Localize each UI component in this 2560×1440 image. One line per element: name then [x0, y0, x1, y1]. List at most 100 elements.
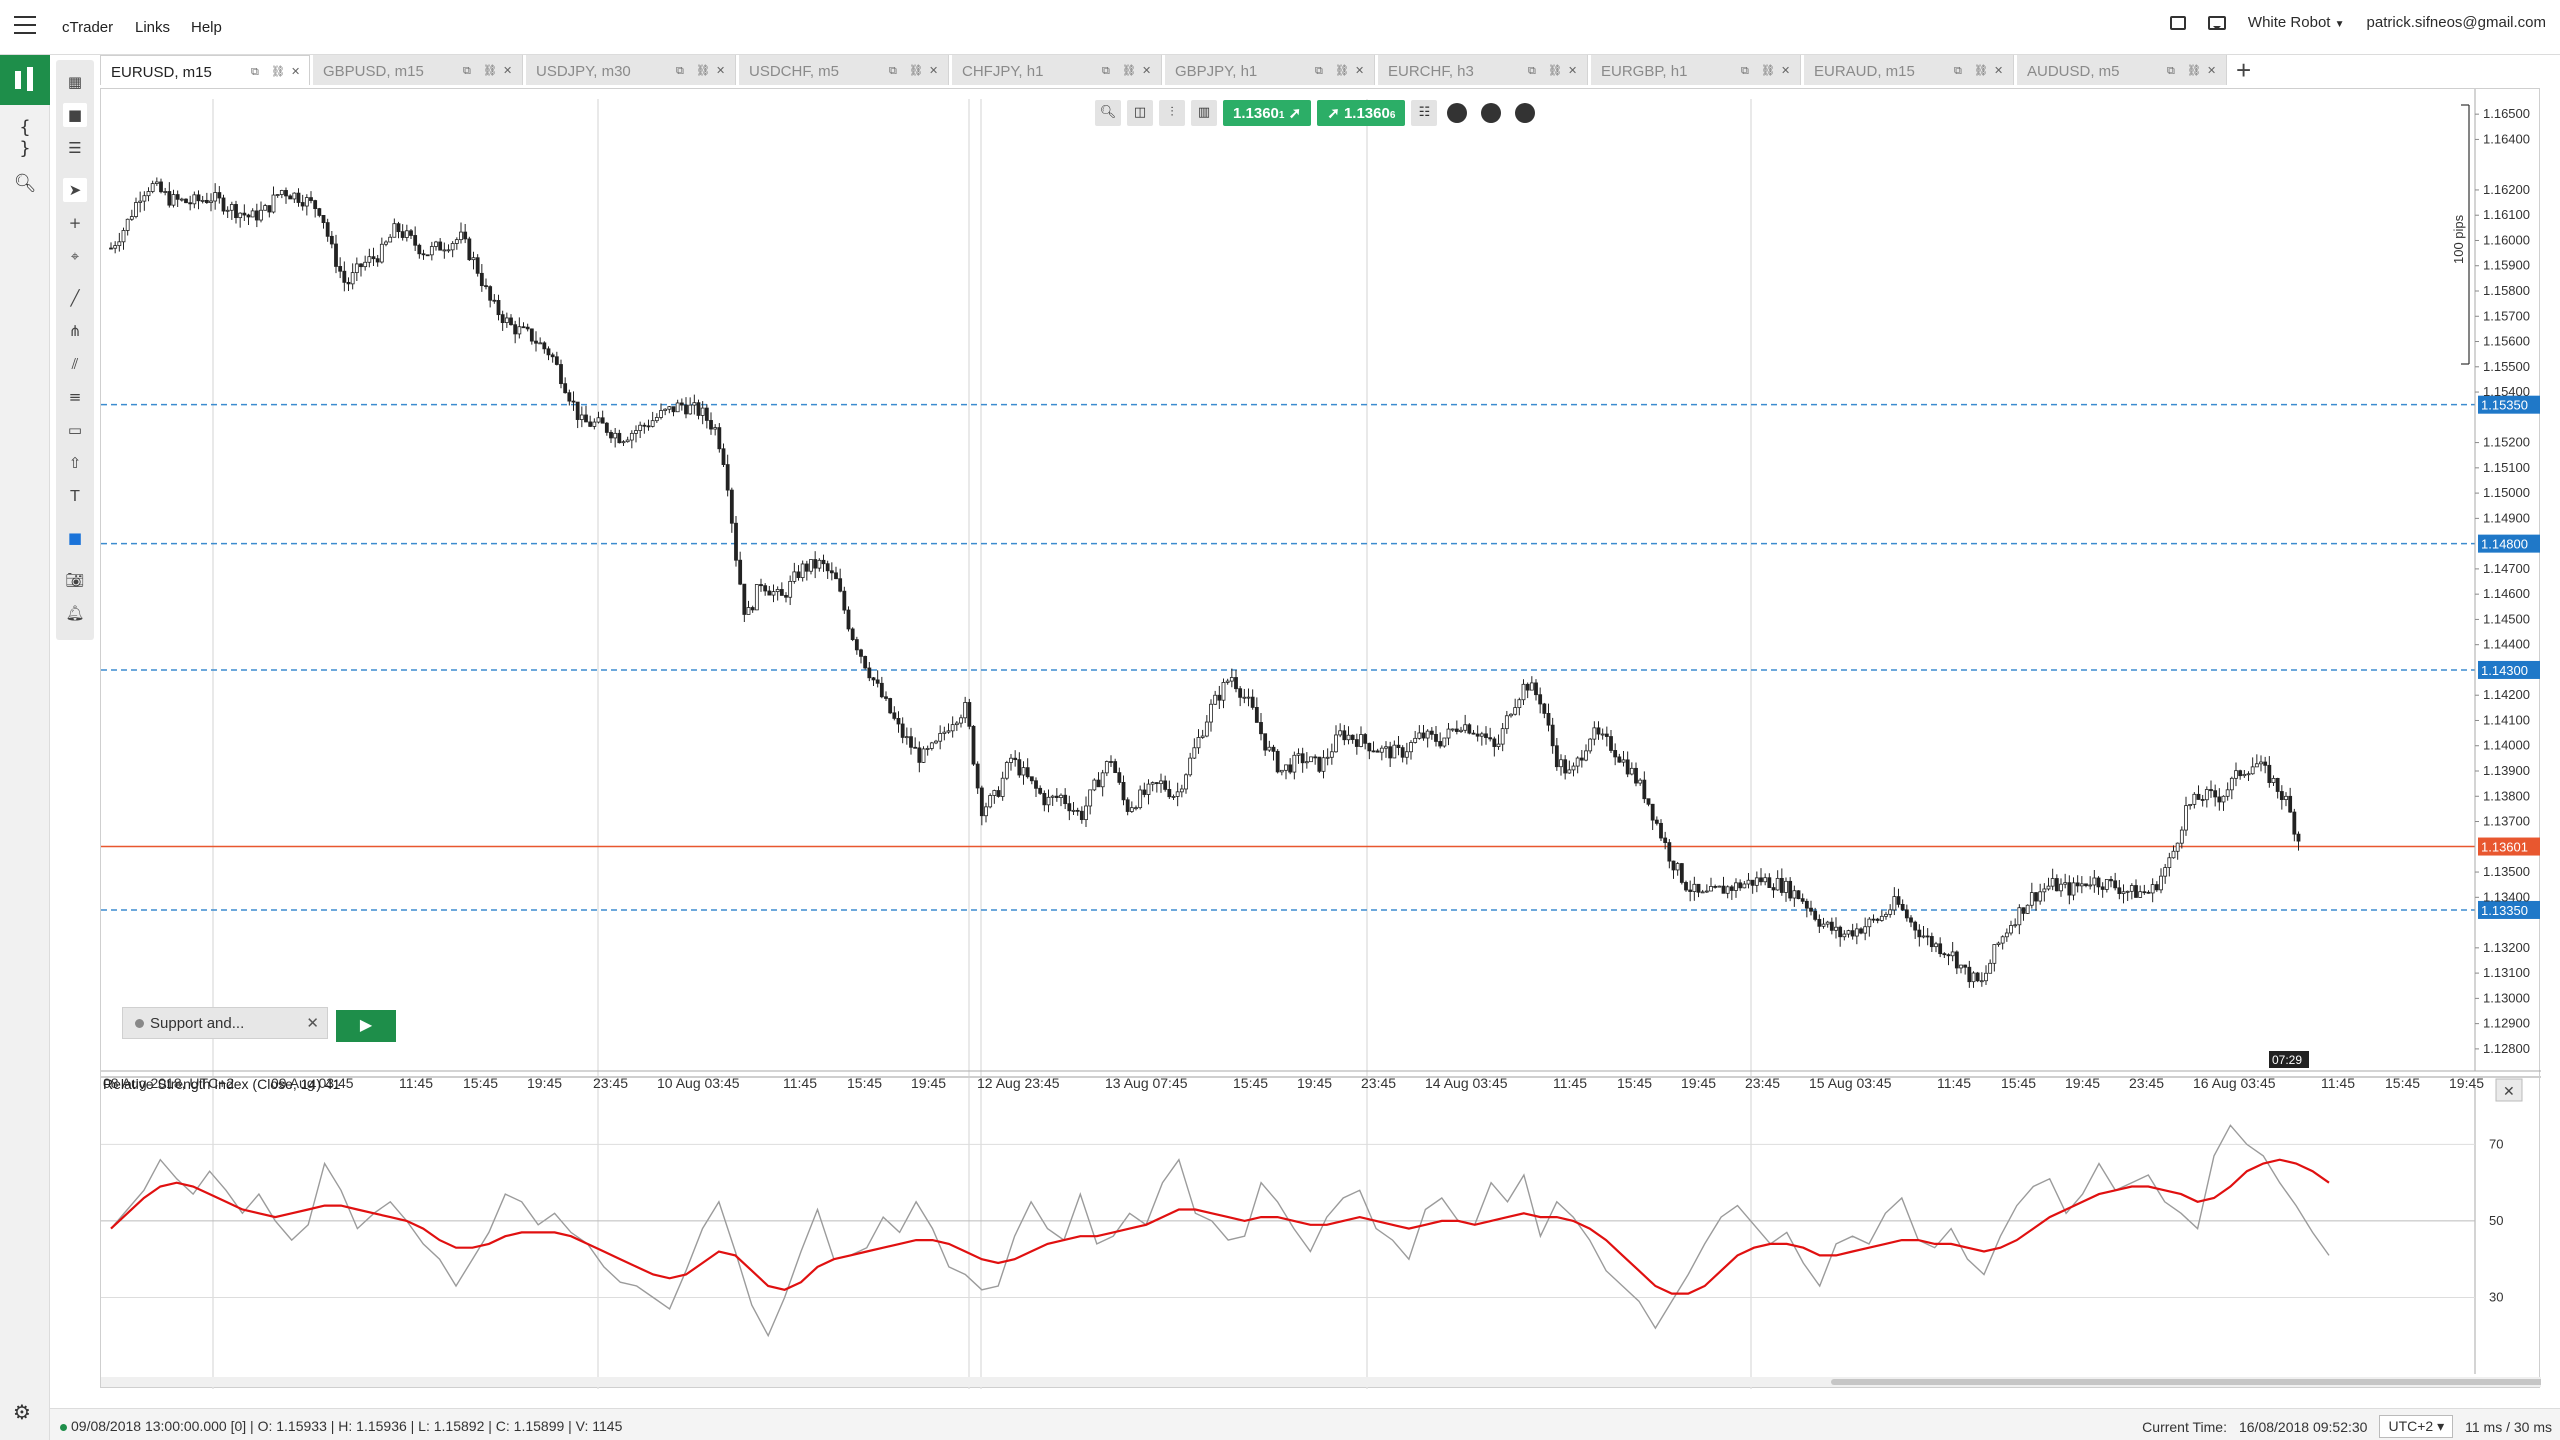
split-chart-icon[interactable]: ☰	[63, 136, 87, 160]
candle-body	[1392, 744, 1397, 759]
price-tick-label: 1.14500	[2483, 611, 2530, 626]
price-chart[interactable]: 1.153501.148001.143001.133501.13601 1.16…	[101, 89, 2560, 1389]
crosshair-icon[interactable]: +	[63, 211, 87, 235]
link-icon[interactable]: ⛓	[909, 64, 923, 77]
candle-body	[517, 326, 522, 335]
detach-icon[interactable]: ⧉	[1954, 64, 1962, 78]
trade-section-icon[interactable]	[0, 55, 50, 105]
close-icon[interactable]: ✕	[716, 64, 725, 77]
candle-body	[696, 402, 701, 416]
settings-gear-icon[interactable]: ⚙	[13, 1400, 31, 1424]
automate-icon[interactable]: { }	[12, 117, 38, 159]
close-icon[interactable]: ✕	[1994, 64, 2003, 77]
zoom-icon[interactable]: 🔍︎	[1095, 100, 1121, 126]
tab-gbpjpy[interactable]: GBPJPY, h1 ⧉ ⛓ ✕	[1165, 55, 1375, 85]
buy-button[interactable]: ➚ 1.13606	[1317, 100, 1406, 126]
candle-body	[617, 432, 622, 444]
chat-icon[interactable]	[2207, 15, 2226, 30]
tab-euraud[interactable]: EURAUD, m15 ⧉ ⛓ ✕	[1804, 55, 2014, 85]
list-icon[interactable]: ☷	[1411, 100, 1438, 126]
play-button[interactable]: ▶	[336, 1010, 396, 1042]
channel-icon[interactable]: ⫽	[63, 352, 87, 376]
detach-icon[interactable]: ⧉	[676, 64, 684, 78]
layout-grid-icon[interactable]: ▦	[63, 70, 87, 94]
trading-central-icon[interactable]	[1481, 103, 1502, 123]
candle-body	[917, 747, 922, 763]
link-icon[interactable]: ⛓	[271, 65, 285, 78]
sentiment-icon[interactable]	[1447, 103, 1468, 123]
tab-eurgbp[interactable]: EURGBP, h1 ⧉ ⛓ ✕	[1591, 55, 1801, 85]
candle-body	[363, 261, 368, 268]
detach-icon[interactable]: ⧉	[1102, 64, 1110, 78]
support-panel[interactable]: Support and... ✕	[122, 1007, 328, 1039]
candle-body	[1796, 890, 1801, 900]
tab-usdjpy[interactable]: USDJPY, m30 ⧉ ⛓ ✕	[526, 55, 736, 85]
link-icon[interactable]: ⛓	[1548, 64, 1562, 77]
user-email[interactable]: patrick.sifneos@gmail.com	[2367, 14, 2546, 31]
line-tool-icon[interactable]: ╱	[63, 286, 87, 310]
workspace-icon[interactable]	[2169, 15, 2186, 30]
hamburger-menu-icon[interactable]	[14, 16, 36, 34]
menu-ctrader[interactable]: cTrader	[62, 19, 113, 36]
timezone-selector[interactable]: UTC+2 ▾	[2379, 1415, 2454, 1438]
add-tab-button[interactable]: +	[2236, 57, 2251, 83]
link-icon[interactable]: ⛓	[1335, 64, 1349, 77]
close-icon[interactable]: ✕	[929, 64, 938, 77]
robot-icon[interactable]	[1515, 103, 1536, 123]
detach-icon[interactable]: ⧉	[1528, 64, 1536, 78]
color-picker-icon[interactable]: ■	[63, 526, 87, 550]
close-icon[interactable]: ✕	[1781, 64, 1790, 77]
rectangle-tool-icon[interactable]: ▭	[63, 418, 87, 442]
close-icon[interactable]: ✕	[503, 64, 512, 77]
indicators-icon[interactable]: ⫶	[1159, 100, 1185, 126]
detach-icon[interactable]: ⧉	[1315, 64, 1323, 78]
candle-body	[1825, 921, 1830, 925]
link-icon[interactable]: ⛓	[1122, 64, 1136, 77]
close-icon[interactable]: ✕	[291, 65, 300, 78]
single-chart-icon[interactable]: ■	[63, 103, 87, 127]
tab-label: EURUSD, m15	[111, 64, 212, 81]
detach-icon[interactable]: ⧉	[1741, 64, 1749, 78]
link-icon[interactable]: ⛓	[483, 64, 497, 77]
candle-body	[463, 231, 468, 240]
menu-links[interactable]: Links	[135, 19, 170, 36]
tab-gbpusd[interactable]: GBPUSD, m15 ⧉ ⛓ ✕	[313, 55, 523, 85]
pitchfork-icon[interactable]: ⋔	[63, 319, 87, 343]
tab-audusd[interactable]: AUDUSD, m5 ⧉ ⛓ ✕	[2017, 55, 2227, 85]
detach-icon[interactable]: ⧉	[889, 64, 897, 78]
sell-button[interactable]: 1.13601 ➚	[1223, 100, 1312, 126]
detach-icon[interactable]: ⧉	[251, 65, 259, 79]
detach-icon[interactable]: ⧉	[2167, 64, 2175, 78]
link-icon[interactable]: ⛓	[1761, 64, 1775, 77]
arrow-tool-icon[interactable]: ⇧	[63, 451, 87, 475]
candle-body	[613, 432, 618, 439]
tab-usdchf[interactable]: USDCHF, m5 ⧉ ⛓ ✕	[739, 55, 949, 85]
close-icon[interactable]: ✕	[2207, 64, 2216, 77]
link-icon[interactable]: ⛓	[696, 64, 710, 77]
robot-selector[interactable]: White Robot ▼	[2248, 14, 2345, 31]
fibonacci-icon[interactable]: ≡	[63, 385, 87, 409]
tab-eurchf[interactable]: EURCHF, h3 ⧉ ⛓ ✕	[1378, 55, 1588, 85]
tab-chfjpy[interactable]: CHFJPY, h1 ⧉ ⛓ ✕	[952, 55, 1162, 85]
chart-type-icon[interactable]: ◫	[1127, 100, 1153, 126]
text-tool-icon[interactable]: T	[63, 484, 87, 508]
close-icon[interactable]: ✕	[1568, 64, 1577, 77]
close-icon[interactable]: ✕	[1355, 64, 1364, 77]
cursor-icon[interactable]: ➤	[63, 178, 87, 202]
measure-icon[interactable]: ⌖	[63, 244, 87, 268]
alert-bell-icon[interactable]: 🔔︎	[63, 601, 87, 625]
menu-help[interactable]: Help	[191, 19, 222, 36]
camera-icon[interactable]: 📷︎	[63, 568, 87, 592]
detach-icon[interactable]: ⧉	[463, 64, 471, 78]
link-icon[interactable]: ⛓	[1974, 64, 1988, 77]
candle-body	[1459, 729, 1463, 732]
candle-body	[1396, 744, 1401, 749]
close-icon[interactable]: ✕	[1142, 64, 1151, 77]
close-icon[interactable]: ✕	[306, 1014, 319, 1032]
candle-body	[375, 258, 380, 263]
analyze-icon[interactable]: 🔍︎	[12, 173, 38, 197]
tab-eurusd[interactable]: EURUSD, m15 ⧉ ⛓ ✕	[100, 55, 310, 85]
link-icon[interactable]: ⛓	[2187, 64, 2201, 77]
timeframe-icon[interactable]: ▥	[1191, 100, 1217, 126]
candle-body	[1567, 769, 1572, 774]
